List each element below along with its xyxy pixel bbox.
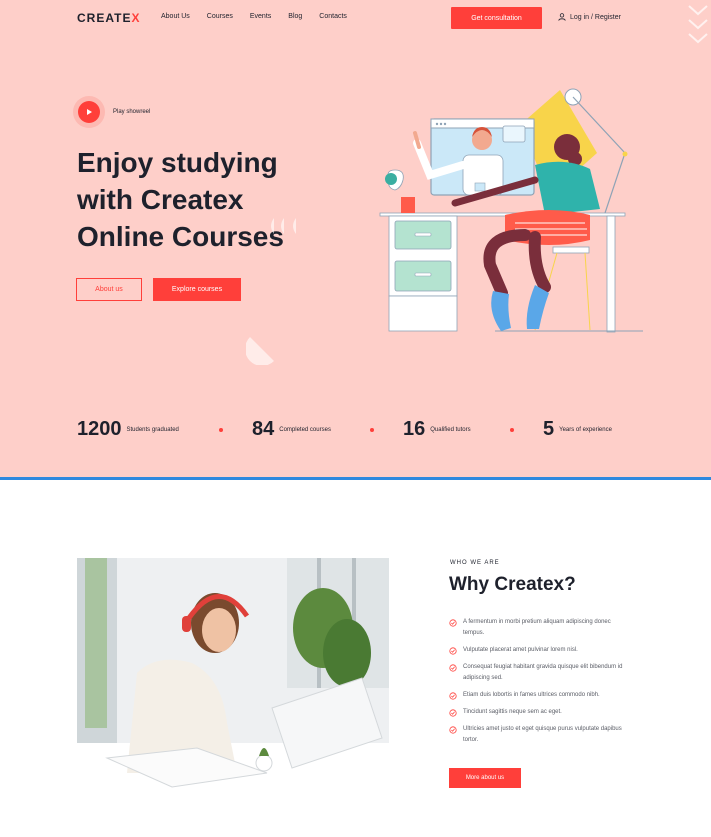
stat-tutors: 16 Qualified tutors — [403, 418, 471, 441]
list-item: Vulputate placerat amet pulvinar lorem n… — [449, 645, 629, 656]
list-item: Ultricies amet justo et eget quisque pur… — [449, 724, 629, 746]
stat-label: Completed courses — [279, 426, 331, 433]
list-item-text: Consequat feugiat habitant gravida quisq… — [463, 664, 623, 681]
stat-label: Years of experience — [559, 426, 612, 433]
check-circle-icon — [449, 647, 457, 655]
stat-separator — [219, 428, 223, 432]
explore-courses-button[interactable]: Explore courses — [153, 278, 241, 301]
check-circle-icon — [449, 692, 457, 700]
stat-courses: 84 Completed courses — [252, 418, 331, 441]
nav-item-blog[interactable]: Blog — [288, 13, 302, 20]
check-circle-icon — [449, 664, 457, 672]
nav-item-courses[interactable]: Courses — [207, 13, 233, 20]
nav-item-events[interactable]: Events — [250, 13, 271, 20]
list-item: Tincidunt sagittis neque sem ac eget. — [449, 707, 629, 718]
logo[interactable]: CREATEX — [77, 11, 140, 25]
stat-label: Students graduated — [126, 426, 179, 433]
decor-shapes — [246, 218, 296, 365]
list-item-text: Etiam duis lobortis in fames ultrices co… — [463, 692, 600, 698]
list-item: Etiam duis lobortis in fames ultrices co… — [449, 690, 629, 701]
feature-list: A fermentum in morbi pretium aliquam adi… — [449, 617, 629, 752]
list-item: Consequat feugiat habitant gravida quisq… — [449, 662, 629, 684]
stat-value: 84 — [252, 418, 275, 440]
list-item-text: Tincidunt sagittis neque sem ac eget. — [463, 709, 562, 715]
play-button[interactable] — [73, 96, 105, 128]
play-label: Play showreel — [113, 109, 151, 115]
section-eyebrow: WHO WE ARE — [450, 560, 500, 566]
login-register-link[interactable]: Log in / Register — [558, 13, 621, 21]
list-item: A fermentum in morbi pretium aliquam adi… — [449, 617, 629, 639]
hero-illustration — [379, 88, 643, 333]
stat-experience: 5 Years of experience — [543, 418, 612, 441]
more-about-us-button[interactable]: More about us — [449, 768, 521, 788]
stats-bar: 1200 Students graduated 84 Completed cou… — [77, 418, 622, 442]
stat-value: 5 — [543, 418, 555, 440]
hero-section: CREATEX About Us Courses Events Blog Con… — [0, 0, 711, 477]
list-item-text: Vulputate placerat amet pulvinar lorem n… — [463, 647, 578, 653]
stat-value: 16 — [403, 418, 426, 440]
stat-students: 1200 Students graduated — [77, 418, 179, 441]
login-label: Log in / Register — [570, 13, 621, 21]
check-circle-icon — [449, 709, 457, 717]
stat-separator — [510, 428, 514, 432]
stat-separator — [370, 428, 374, 432]
get-consultation-button[interactable]: Get consultation — [451, 7, 542, 29]
student-photo — [77, 558, 389, 806]
nav-item-contacts[interactable]: Contacts — [319, 13, 347, 20]
list-item-text: Ultricies amet justo et eget quisque pur… — [463, 726, 622, 743]
stat-label: Qualified tutors — [430, 426, 471, 433]
stat-value: 1200 — [77, 418, 122, 440]
nav-item-about[interactable]: About Us — [161, 13, 190, 20]
section-divider — [0, 477, 711, 480]
chevrons-down-icon — [688, 5, 708, 44]
user-icon — [558, 13, 566, 21]
check-circle-icon — [449, 726, 457, 734]
section-title: Why Createx? — [449, 574, 576, 595]
about-us-button[interactable]: About us — [76, 278, 142, 301]
check-circle-icon — [449, 619, 457, 627]
main-nav: About Us Courses Events Blog Contacts — [161, 13, 347, 20]
list-item-text: A fermentum in morbi pretium aliquam adi… — [463, 619, 611, 636]
play-showreel[interactable]: Play showreel — [73, 96, 150, 128]
play-icon — [87, 109, 92, 115]
